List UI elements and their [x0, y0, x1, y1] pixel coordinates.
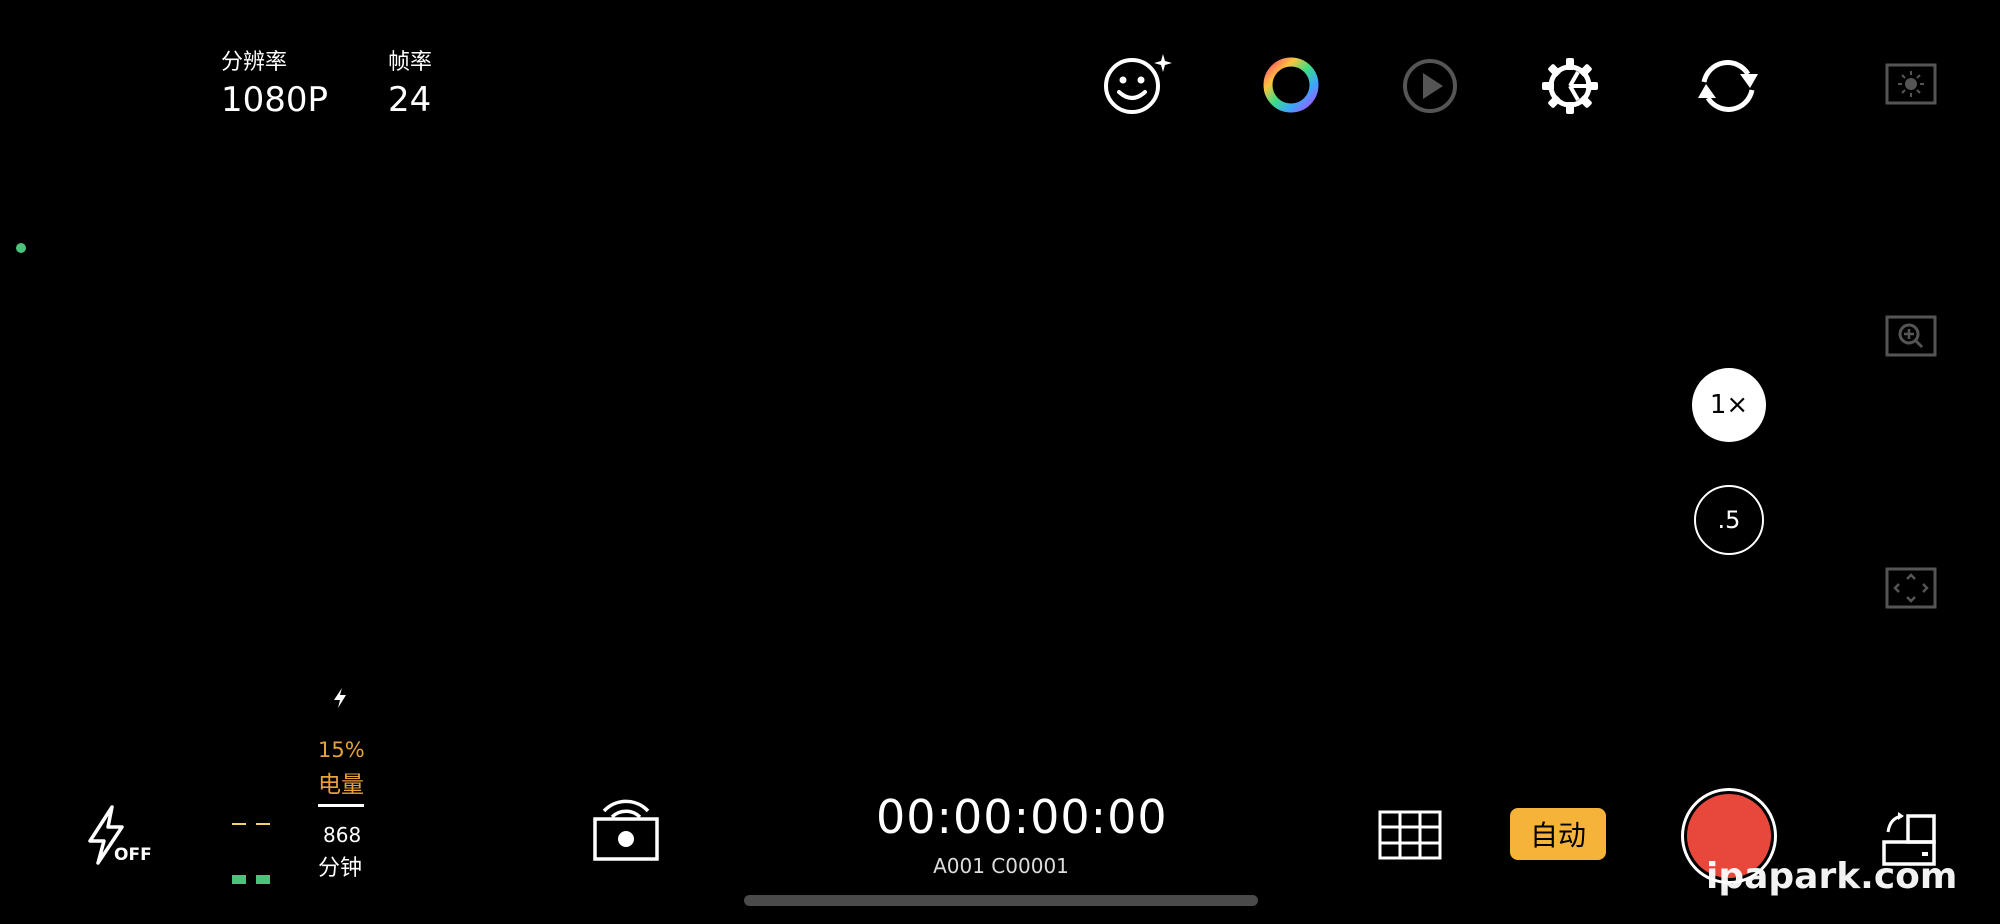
audio-level-top [232, 812, 272, 831]
playback-icon[interactable] [1401, 57, 1459, 115]
remote-camera-icon[interactable] [592, 795, 660, 863]
exposure-icon[interactable] [1885, 63, 1937, 105]
timecode-display: 00:00:00:00 [876, 790, 1168, 844]
zoom-05x-button[interactable]: .5 [1694, 485, 1764, 555]
resolution-label: 分辨率 [221, 50, 288, 75]
audio-level-bottom [232, 870, 272, 889]
status-dot [16, 243, 26, 253]
battery-label: 电量 [318, 772, 364, 798]
status-divider [318, 804, 364, 807]
frame-guide-icon[interactable] [1885, 567, 1937, 609]
zoom-in-icon[interactable] [1885, 315, 1937, 357]
clip-name: A001 C00001 [933, 854, 1069, 878]
lightning-icon [332, 687, 348, 709]
framerate-value[interactable]: 24 [388, 80, 431, 120]
settings-gear-icon[interactable] [1540, 56, 1600, 116]
grid-icon[interactable] [1378, 810, 1442, 860]
framerate-label: 帧率 [388, 50, 433, 75]
resolution-value[interactable]: 1080P [221, 80, 328, 120]
minutes-label: 分钟 [318, 856, 363, 881]
switch-camera-icon[interactable] [1692, 54, 1764, 118]
watermark-text: ipapark.com [1706, 856, 1958, 897]
minutes-value: 868 [323, 823, 362, 847]
auto-mode-button[interactable]: 自动 [1510, 808, 1606, 860]
color-ring-icon[interactable] [1262, 56, 1320, 114]
flash-state-label: OFF [114, 845, 152, 865]
zoom-1x-button[interactable]: 1× [1692, 368, 1766, 442]
home-indicator[interactable] [744, 895, 1258, 906]
face-sparkle-icon[interactable] [1102, 52, 1174, 116]
battery-percent: 15% [318, 738, 365, 762]
